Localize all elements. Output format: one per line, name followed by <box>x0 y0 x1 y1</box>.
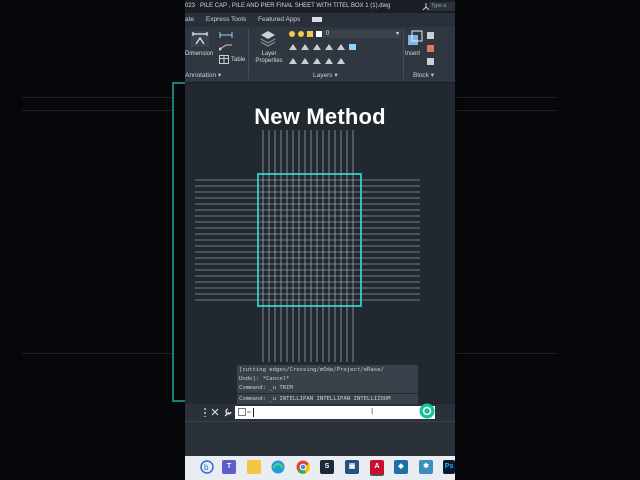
annotation-panel-title[interactable]: Annotation ▾ <box>185 71 221 79</box>
layer-properties-icon[interactable] <box>259 29 277 47</box>
background-selection-frame <box>172 82 186 402</box>
insert-label[interactable]: Insert <box>405 51 420 58</box>
edge-icon[interactable] <box>271 460 285 474</box>
tab-create[interactable]: ate <box>185 16 194 23</box>
block-tools-icons[interactable] <box>426 31 436 67</box>
horizontal-lines <box>195 179 420 301</box>
linear-dim-icon[interactable] <box>219 31 233 39</box>
layer-tools-row-2[interactable] <box>288 56 358 66</box>
ribbon-tabs: ate Express Tools Featured Apps <box>185 13 455 27</box>
command-input[interactable]: I <box>235 403 435 419</box>
command-history-line: Command: _u TRIM <box>237 383 418 393</box>
status-bar <box>185 421 455 457</box>
panel-separator <box>403 29 404 79</box>
bg-line <box>22 97 172 98</box>
table-icon[interactable] <box>219 55 229 64</box>
svg-text:b: b <box>204 463 209 472</box>
dimension-icon[interactable] <box>191 31 209 47</box>
ibeam-cursor-icon: I <box>371 407 374 416</box>
tb-icon-1[interactable]: b <box>199 459 215 475</box>
document-title: PILE CAP , PILE AND PIER FINAL SHEET WIT… <box>200 3 391 9</box>
chrome-icon[interactable] <box>296 460 310 474</box>
bg-line <box>457 110 557 111</box>
files-icon[interactable] <box>247 460 261 474</box>
autocad-window: 023 PILE CAP , PILE AND PIER FINAL SHEET… <box>185 0 455 480</box>
ribbon: Dimension Table Annotation ▾ Layer Prope… <box>185 27 455 83</box>
tab-featured-apps[interactable]: Featured Apps <box>258 16 300 23</box>
right-blur-background <box>455 0 640 480</box>
layers-panel-title[interactable]: Layers ▾ <box>313 71 338 79</box>
steam-icon[interactable]: S <box>320 460 334 474</box>
layer-properties-label[interactable]: Layer Properties <box>253 51 285 65</box>
overlay-headline: New Method <box>254 104 386 129</box>
tab-express-tools[interactable]: Express Tools <box>206 16 246 23</box>
layer-tools-row-1[interactable] <box>288 42 358 52</box>
block-panel-title[interactable]: Block ▾ <box>413 71 434 79</box>
command-history-line: Command: _u INTELLIPAN INTELLIPAN INTELL… <box>237 394 418 404</box>
customize-wrench-icon[interactable] <box>223 407 233 417</box>
app-icon-2[interactable]: ✱ <box>419 460 433 474</box>
search-input[interactable]: Type a <box>429 2 455 11</box>
close-icon[interactable] <box>211 408 219 416</box>
title-bar: 023 PILE CAP , PILE AND PIER FINAL SHEET… <box>185 0 455 13</box>
left-blur-background <box>0 0 185 480</box>
bg-line <box>22 353 172 354</box>
photoshop-icon[interactable]: Ps <box>443 460 455 474</box>
table-label[interactable]: Table <box>231 57 245 64</box>
dimension-label[interactable]: Dimension <box>185 51 213 58</box>
insert-block-icon[interactable] <box>407 30 423 46</box>
bg-line <box>457 353 557 354</box>
layer-dropdown[interactable]: 0 ▾ <box>323 30 401 38</box>
app-icon[interactable]: ◆ <box>394 460 408 474</box>
bg-line <box>22 110 172 111</box>
command-prompt-icon <box>238 408 251 416</box>
tab-options-icon[interactable] <box>312 16 323 22</box>
autocad-icon[interactable]: A <box>370 460 384 476</box>
store-icon[interactable]: ▣ <box>345 460 359 474</box>
teams-icon[interactable]: T <box>222 460 236 474</box>
leader-icon[interactable] <box>219 43 233 51</box>
title-prefix: 023 <box>185 3 196 9</box>
text-cursor <box>253 408 254 417</box>
bg-line <box>457 97 557 98</box>
panel-separator <box>248 29 249 79</box>
grammarly-icon[interactable] <box>419 403 435 419</box>
